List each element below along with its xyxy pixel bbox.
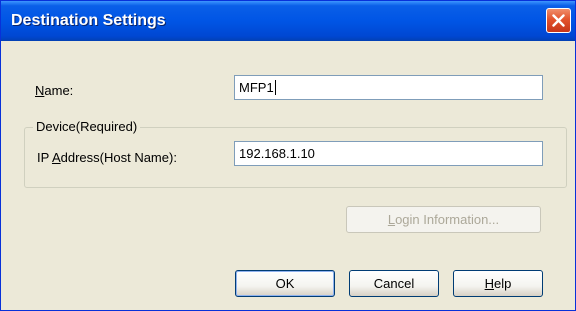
name-label: Name: (35, 83, 74, 98)
ok-button[interactable]: OK (235, 270, 335, 297)
ip-address-input-value: 192.168.1.10 (239, 146, 315, 161)
close-x-icon (552, 14, 565, 27)
name-input-value: MFP1 (239, 80, 274, 95)
ip-address-label: IP Address(Host Name): (37, 150, 177, 165)
close-button[interactable] (546, 8, 571, 33)
login-information-button[interactable]: Login Information... (346, 206, 541, 233)
title-bar[interactable]: Destination Settings (1, 1, 575, 41)
name-input[interactable]: MFP1 (234, 75, 543, 100)
ip-address-input[interactable]: 192.168.1.10 (234, 141, 543, 166)
dialog-title: Destination Settings (11, 12, 166, 29)
cancel-button[interactable]: Cancel (349, 270, 439, 297)
dialog-body: Name: MFP1 Device(Required) IP Address(H… (1, 41, 575, 310)
help-button[interactable]: Help (453, 270, 543, 297)
text-caret (274, 80, 276, 95)
device-group-legend: Device(Required) (33, 119, 141, 134)
destination-settings-dialog: Destination Settings Name: MFP1 Device(R… (0, 0, 576, 311)
